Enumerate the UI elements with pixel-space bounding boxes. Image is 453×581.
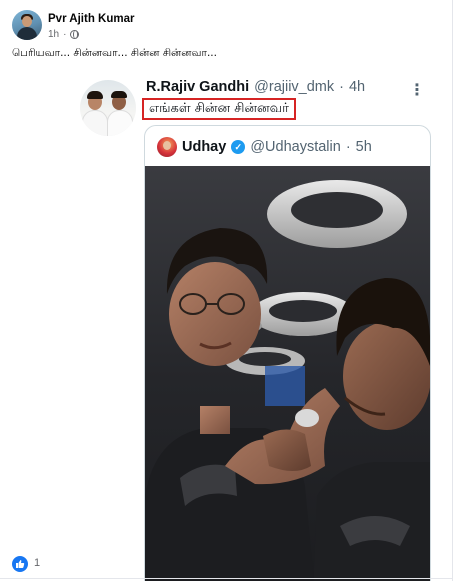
like-icon[interactable] (12, 556, 28, 572)
quoted-author-name[interactable]: Udhay (182, 139, 226, 155)
reaction-count[interactable]: 1 (34, 557, 40, 569)
post-text: பெரியவா... சின்னவா... சின்ன சின்னவா... (12, 47, 217, 59)
quoted-author-handle[interactable]: @Udhaystalin (250, 139, 340, 155)
quoted-tweet-header: Udhay ✓ @Udhaystalin · 5h (157, 137, 372, 157)
divider (0, 578, 453, 579)
facebook-post: Pvr Ajith Kumar 1h · பெரியவா... சின்னவா.… (0, 0, 453, 581)
tweet-author-avatar[interactable] (80, 80, 136, 136)
quoted-tweet-photo[interactable] (145, 166, 430, 581)
globe-icon (70, 30, 80, 39)
verified-badge-icon: ✓ (231, 140, 246, 154)
more-horizontal-icon[interactable]: ⋮ (409, 80, 426, 99)
embedded-tweet[interactable]: R.Rajiv Gandhi @rajiiv_dmk · 4h ⋮ எங்கள்… (80, 70, 450, 581)
tweet-header: R.Rajiv Gandhi @rajiiv_dmk · 4h (146, 79, 365, 95)
tweet-text: எங்கள் சின்ன சின்னவர் (142, 98, 296, 120)
post-time[interactable]: 1h (48, 29, 59, 40)
quoted-author-avatar[interactable] (157, 137, 177, 157)
photo-illustration (145, 166, 430, 581)
tweet-author-name[interactable]: R.Rajiv Gandhi (146, 79, 249, 95)
post-meta: 1h · (48, 29, 80, 40)
tweet-time[interactable]: 4h (349, 79, 365, 95)
tweet-author-handle[interactable]: @rajiiv_dmk (254, 79, 334, 95)
separator-dot: · (345, 139, 351, 155)
author-avatar[interactable] (12, 10, 42, 40)
quoted-tweet-time[interactable]: 5h (356, 139, 372, 155)
author-name[interactable]: Pvr Ajith Kumar (48, 13, 134, 25)
reactions-bar: 1 (0, 548, 453, 581)
quoted-tweet[interactable]: Udhay ✓ @Udhaystalin · 5h (144, 125, 431, 581)
separator-dot: · (339, 79, 344, 95)
